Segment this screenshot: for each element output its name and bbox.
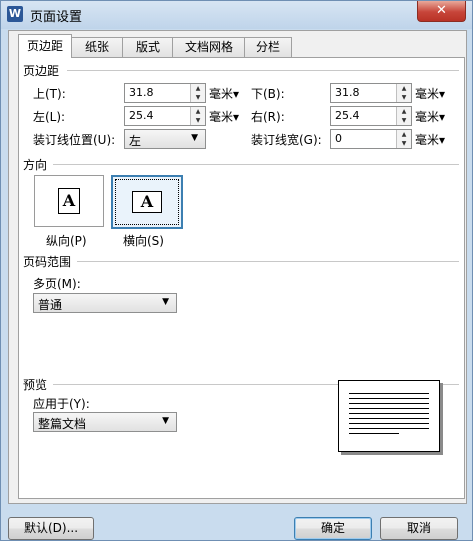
spinner-arrows-icon[interactable]: ▲ ▼ <box>190 107 205 125</box>
caret-down-icon: ▾ <box>233 87 240 101</box>
page-setup-dialog: W 页面设置 ✕ 页边距 纸张 版式 文档网格 分栏 页边距 上(T): 31.… <box>0 0 473 541</box>
wps-writer-icon: W <box>7 6 23 22</box>
apply-to-select[interactable]: 整篇文档 ▼ <box>33 412 177 432</box>
dropdown-arrow-icon: ▼ <box>162 297 169 307</box>
bottom-margin-spinner[interactable]: 31.8 ▲ ▼ <box>330 83 412 103</box>
left-margin-unit-dropdown[interactable]: 毫米▾ <box>209 108 239 125</box>
gutter-width-unit-dropdown[interactable]: 毫米▾ <box>415 131 445 148</box>
top-margin-spinner[interactable]: 31.8 ▲ ▼ <box>124 83 206 103</box>
preview-text-line <box>349 413 429 414</box>
landscape-label[interactable]: 横向(S) <box>123 232 164 249</box>
right-margin-spinner[interactable]: 25.4 ▲ ▼ <box>330 106 412 126</box>
bottom-margin-value: 31.8 <box>335 86 360 99</box>
right-margin-unit-dropdown[interactable]: 毫米▾ <box>415 108 445 125</box>
right-margin-label: 右(R): <box>251 110 285 124</box>
gutter-position-label: 装订线位置(U): <box>33 133 116 147</box>
preview-text-line <box>349 418 429 419</box>
apply-to-value: 整篇文档 <box>38 417 87 431</box>
page-preview <box>338 380 440 452</box>
gutter-position-value: 左 <box>129 134 142 148</box>
tab-columns[interactable]: 分栏 <box>244 37 292 58</box>
caret-down-icon: ▾ <box>439 87 446 101</box>
preview-text-line <box>349 403 429 404</box>
bottom-margin-label: 下(B): <box>251 87 285 101</box>
gutter-width-label: 装订线宽(G): <box>251 133 322 147</box>
multiple-pages-label: 多页(M): <box>33 277 81 291</box>
left-margin-value: 25.4 <box>129 109 154 122</box>
gutter-position-select[interactable]: 左 ▼ <box>124 129 206 149</box>
apply-to-label: 应用于(Y): <box>33 397 90 411</box>
landscape-page-icon: A <box>132 191 162 213</box>
dropdown-arrow-icon: ▼ <box>162 416 169 426</box>
spinner-arrows-icon[interactable]: ▲ ▼ <box>190 84 205 102</box>
caret-down-icon: ▾ <box>233 110 240 124</box>
tab-margins[interactable]: 页边距 <box>18 34 72 58</box>
title-bar[interactable]: W 页面设置 ✕ <box>1 1 472 29</box>
margins-section-title: 页边距 <box>23 64 60 78</box>
page-range-section-title: 页码范围 <box>23 255 72 269</box>
preview-text-line <box>349 398 429 399</box>
section-divider <box>53 164 459 166</box>
top-margin-unit-dropdown[interactable]: 毫米▾ <box>209 85 239 102</box>
spinner-arrows-icon[interactable]: ▲ ▼ <box>396 130 411 148</box>
caret-down-icon: ▾ <box>439 133 446 147</box>
preview-text-line <box>349 408 429 409</box>
window-title: 页面设置 <box>30 10 83 25</box>
preview-text-line <box>349 423 429 424</box>
cancel-button[interactable]: 取消 <box>380 517 458 540</box>
default-button[interactable]: 默认(D)... <box>8 517 94 540</box>
section-divider <box>77 261 459 263</box>
preview-text-line <box>349 433 399 434</box>
landscape-option[interactable]: A <box>111 175 183 229</box>
spinner-arrows-icon[interactable]: ▲ ▼ <box>396 107 411 125</box>
multiple-pages-value: 普通 <box>38 298 63 312</box>
orientation-section-title: 方向 <box>23 158 48 172</box>
gutter-width-spinner[interactable]: 0 ▲ ▼ <box>330 129 412 149</box>
caret-down-icon: ▾ <box>439 110 446 124</box>
right-margin-value: 25.4 <box>335 109 360 122</box>
tab-layout[interactable]: 版式 <box>122 37 174 58</box>
multiple-pages-select[interactable]: 普通 ▼ <box>33 293 177 313</box>
bottom-margin-unit-dropdown[interactable]: 毫米▾ <box>415 85 445 102</box>
preview-section-title: 预览 <box>23 378 48 392</box>
portrait-option[interactable]: A <box>34 175 104 227</box>
dropdown-arrow-icon: ▼ <box>191 133 198 143</box>
portrait-label[interactable]: 纵向(P) <box>46 232 87 249</box>
preview-text-line <box>349 428 429 429</box>
preview-text-line <box>349 393 429 394</box>
tab-paper[interactable]: 纸张 <box>70 37 124 58</box>
top-margin-label: 上(T): <box>33 87 66 101</box>
left-margin-label: 左(L): <box>33 110 66 124</box>
section-divider <box>67 70 459 72</box>
top-margin-value: 31.8 <box>129 86 154 99</box>
tab-document-grid[interactable]: 文档网格 <box>172 37 246 58</box>
left-margin-spinner[interactable]: 25.4 ▲ ▼ <box>124 106 206 126</box>
close-button[interactable]: ✕ <box>417 1 466 22</box>
spinner-arrows-icon[interactable]: ▲ ▼ <box>396 84 411 102</box>
gutter-width-value: 0 <box>335 132 342 145</box>
ok-button[interactable]: 确定 <box>294 517 372 540</box>
portrait-page-icon: A <box>58 188 80 214</box>
